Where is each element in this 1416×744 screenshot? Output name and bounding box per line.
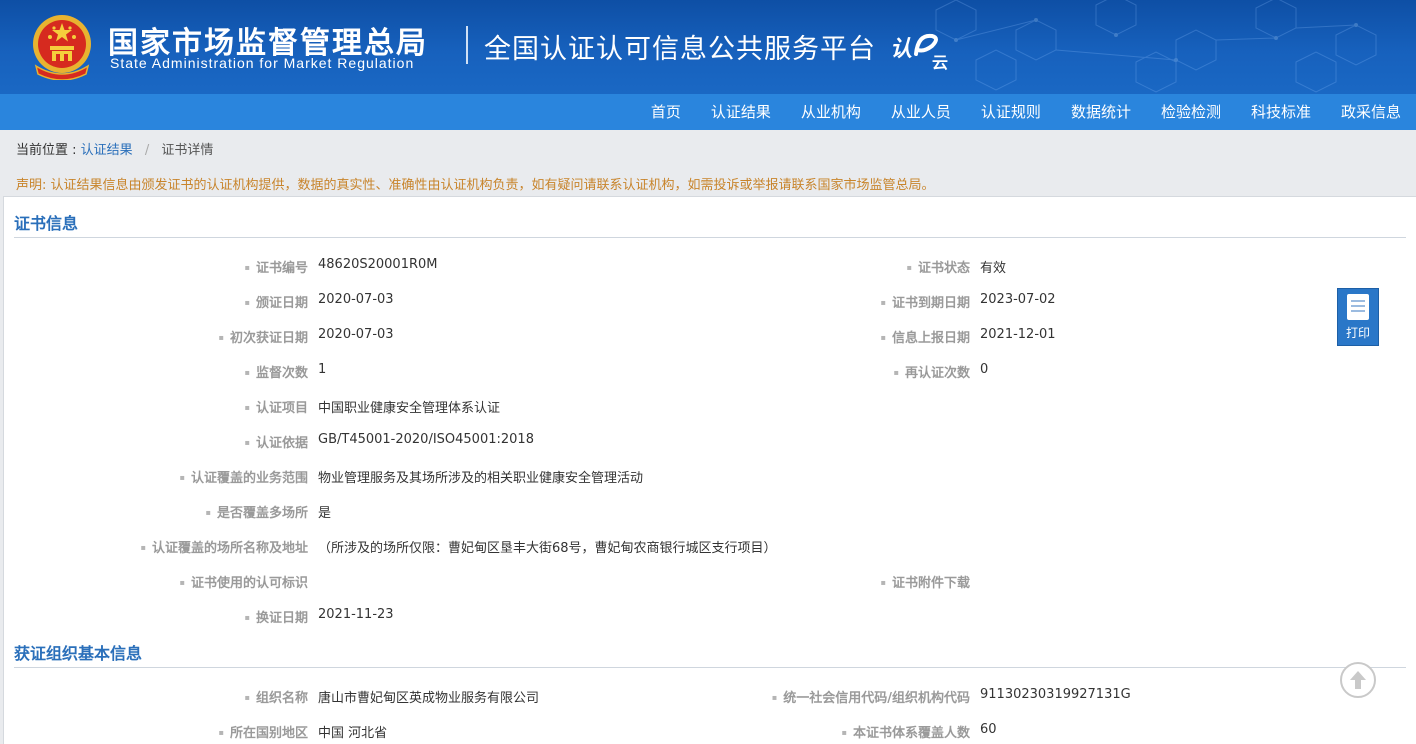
breadcrumb: 当前位置 : 认证结果 / 证书详情: [16, 139, 213, 158]
field-label: 认证项目: [4, 397, 308, 416]
renew-date-value: 2021-11-23: [318, 607, 394, 622]
hex-pattern-decoration: [935, 0, 1377, 93]
field-label: 认证依据: [4, 432, 308, 451]
header-banner: 国家市场监督管理总局 State Administration for Mark…: [0, 0, 1416, 94]
field-label: 认证覆盖的场所名称及地址: [4, 537, 308, 556]
credit-code-value: 91130230319927131G: [980, 687, 1131, 702]
field-label: 证书附件下载: [664, 572, 970, 591]
field-label: 所在国别地区: [4, 722, 308, 741]
field-label: 颁证日期: [4, 292, 308, 311]
breadcrumb-separator: /: [144, 143, 150, 158]
nav-item-statistics[interactable]: 数据统计: [1056, 94, 1146, 130]
platform-title: 全国认证认可信息公共服务平台: [484, 34, 876, 65]
report-date-value: 2021-12-01: [980, 327, 1056, 342]
nav-item-home[interactable]: 首页: [636, 94, 696, 130]
field-label: 统一社会信用代码/组织机构代码: [664, 687, 970, 706]
section-title-org-info: 获证组织基本信息: [14, 644, 143, 663]
national-emblem-icon: [33, 15, 91, 80]
field-label: 信息上报日期: [664, 327, 970, 346]
issue-date-value: 2020-07-03: [318, 292, 394, 307]
field-label: 证书状态: [664, 257, 970, 276]
main-nav: 首页 认证结果 从业机构 从业人员 认证规则 数据统计 检验检测 科技标准 政采…: [0, 94, 1416, 130]
org-name-en: State Administration for Market Regulati…: [110, 55, 415, 71]
headcount-value: 60: [980, 722, 997, 737]
header-divider: [466, 26, 468, 64]
nav-item-institutions[interactable]: 从业机构: [786, 94, 876, 130]
cert-project-value: 中国职业健康安全管理体系认证: [318, 401, 501, 416]
field-label: 初次获证日期: [4, 327, 308, 346]
nav-item-inspection[interactable]: 检验检测: [1146, 94, 1236, 130]
nav-item-personnel[interactable]: 从业人员: [876, 94, 966, 130]
section-divider: [14, 237, 1406, 238]
content-panel: 证书信息 证书编号 48620S20001R0M 证书状态 有效 颁证日期 20…: [3, 196, 1416, 744]
first-date-value: 2020-07-03: [318, 327, 394, 342]
multi-site-value: 是: [318, 506, 332, 521]
org-name-value: 唐山市曹妃甸区英成物业服务有限公司: [318, 691, 540, 706]
field-label: 证书使用的认可标识: [4, 572, 308, 591]
breadcrumb-current: 证书详情: [161, 143, 214, 158]
recert-count-value: 0: [980, 362, 989, 377]
cert-scope-value: 物业管理服务及其场所涉及的相关职业健康安全管理活动: [318, 471, 644, 486]
print-button-label: 打印: [1345, 326, 1370, 340]
print-button[interactable]: 打印: [1337, 288, 1379, 346]
renyiyun-logo: 认 云: [890, 33, 948, 72]
nav-item-procurement[interactable]: 政采信息: [1326, 94, 1416, 130]
svg-text:认: 认: [890, 37, 912, 62]
section-title-cert-info: 证书信息: [14, 214, 79, 233]
cert-basis-value: GB/T45001-2020/ISO45001:2018: [318, 432, 534, 447]
nav-item-cert-rules[interactable]: 认证规则: [966, 94, 1056, 130]
arrow-up-icon: [1350, 671, 1366, 689]
print-icon: [1347, 294, 1369, 320]
expire-date-value: 2023-07-02: [980, 292, 1056, 307]
nav-item-standards[interactable]: 科技标准: [1236, 94, 1326, 130]
field-label: 是否覆盖多场所: [4, 502, 308, 521]
field-label: 再认证次数: [664, 362, 970, 381]
sites-value: （所涉及的场所仅限：曹妃甸区垦丰大街68号，曹妃甸农商银行城区支行项目）: [318, 541, 777, 556]
field-label: 监督次数: [4, 362, 308, 381]
svg-text:云: 云: [932, 53, 948, 72]
field-label: 本证书体系覆盖人数: [664, 722, 970, 741]
cert-number-value: 48620S20001R0M: [318, 257, 438, 272]
breadcrumb-link-cert-results[interactable]: 认证结果: [81, 143, 133, 158]
field-label: 证书到期日期: [664, 292, 970, 311]
back-to-top-button[interactable]: [1340, 662, 1376, 698]
field-label: 证书编号: [4, 257, 308, 276]
field-label: 组织名称: [4, 687, 308, 706]
cert-status-value: 有效: [980, 261, 1007, 276]
region-value: 中国 河北省: [318, 726, 388, 741]
field-label: 换证日期: [4, 607, 308, 626]
nav-item-cert-results[interactable]: 认证结果: [696, 94, 786, 130]
breadcrumb-prefix: 当前位置 :: [16, 143, 77, 158]
supervision-count-value: 1: [318, 362, 327, 377]
section-divider: [14, 667, 1406, 668]
disclaimer-notice: 声明: 认证结果信息由颁发证书的认证机构提供，数据的真实性、准确性由认证机构负责…: [16, 178, 935, 193]
field-label: 认证覆盖的业务范围: [4, 467, 308, 486]
